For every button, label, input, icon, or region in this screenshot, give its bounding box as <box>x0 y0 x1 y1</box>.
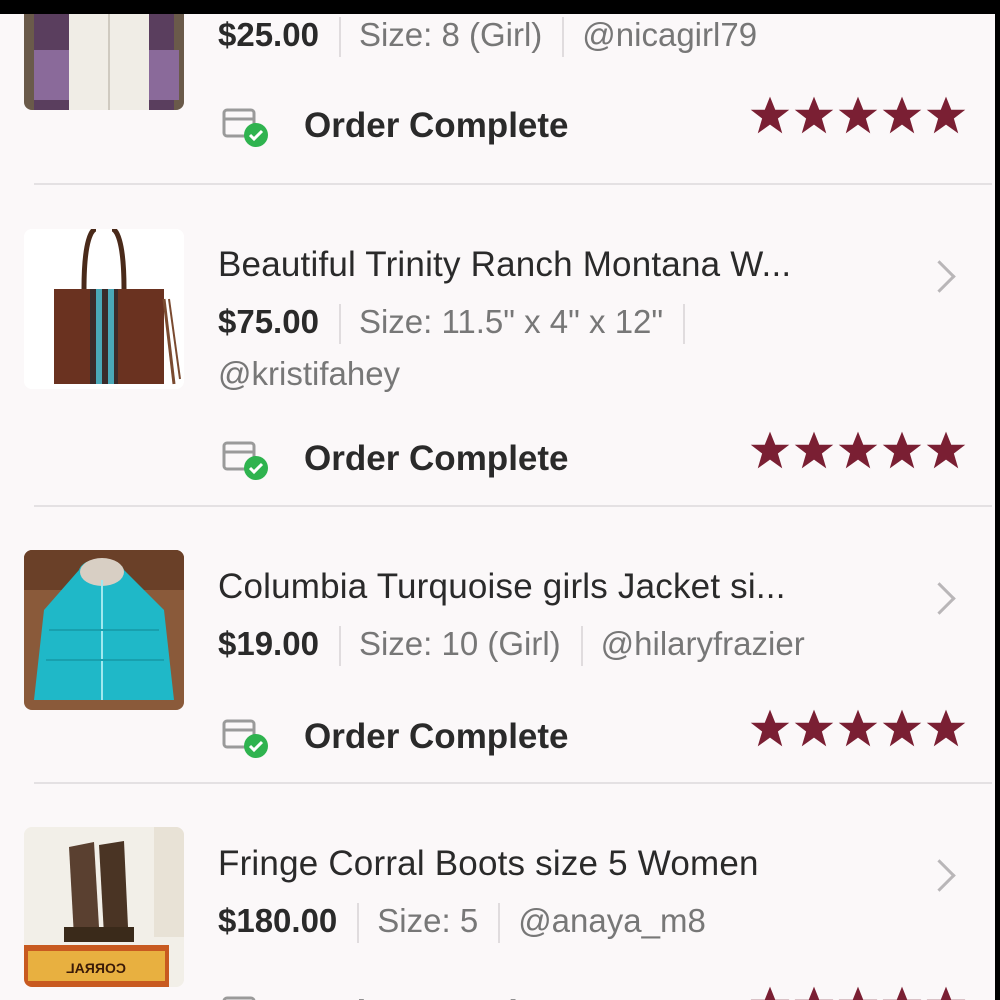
star-icon <box>794 709 834 747</box>
order-title[interactable]: Beautiful Trinity Ranch Montana W... <box>218 245 791 285</box>
order-meta: $19.00 Size: 10 (Girl) @hilaryfrazier <box>218 625 805 667</box>
order-meta: $25.00 Size: 8 (Girl) @nicagirl79 <box>218 16 757 58</box>
order-meta: $75.00 Size: 11.5" x 4" x 12" <box>218 303 703 345</box>
order-status: Order Complete <box>304 439 569 478</box>
rating-stars <box>748 429 968 471</box>
star-icon <box>750 709 790 747</box>
chevron-right-icon[interactable] <box>923 859 956 892</box>
meta-separator <box>580 626 583 667</box>
rating-stars <box>748 707 968 749</box>
order-price: $180.00 <box>218 902 338 939</box>
order-complete-icon <box>222 719 268 758</box>
meta-separator <box>338 626 341 667</box>
star-icon <box>882 709 922 747</box>
star-icon <box>794 986 834 1000</box>
meta-separator <box>357 903 360 944</box>
star-icon <box>882 96 922 134</box>
box-label: CORRAL <box>66 960 126 976</box>
order-size: Size: 11.5" x 4" x 12" <box>358 303 664 340</box>
order-seller[interactable]: @anaya_m8 <box>518 902 706 939</box>
order-seller[interactable]: @kristifahey <box>218 355 400 393</box>
item-thumbnail-handbag[interactable] <box>24 229 184 389</box>
meta-separator <box>338 17 341 58</box>
order-history-screen: $25.00 Size: 8 (Girl) @nicagirl79 Order Co… <box>0 14 995 1000</box>
star-icon <box>838 431 878 469</box>
star-icon <box>882 986 922 1000</box>
order-complete-icon <box>222 108 268 147</box>
divider <box>34 505 992 507</box>
star-icon <box>794 431 834 469</box>
order-title[interactable]: Columbia Turquoise girls Jacket si... <box>218 567 786 607</box>
order-status: Order Complete <box>304 106 569 145</box>
meta-separator <box>683 304 686 345</box>
order-price: $19.00 <box>218 625 319 662</box>
star-icon <box>750 96 790 134</box>
star-icon <box>926 986 966 1000</box>
order-status: Order Complete <box>304 717 569 756</box>
star-icon <box>750 431 790 469</box>
star-icon <box>838 96 878 134</box>
star-icon <box>750 986 790 1000</box>
star-icon <box>926 431 966 469</box>
order-price: $75.00 <box>218 303 319 340</box>
divider <box>34 183 992 185</box>
order-size: Size: 8 (Girl) <box>358 16 543 53</box>
star-icon <box>882 431 922 469</box>
meta-separator <box>562 17 565 58</box>
chevron-right-icon[interactable] <box>923 582 956 615</box>
star-icon <box>926 96 966 134</box>
item-thumbnail-sweater[interactable] <box>24 14 184 110</box>
order-size: Size: 5 <box>377 902 479 939</box>
star-icon <box>838 709 878 747</box>
star-icon <box>838 986 878 1000</box>
order-seller[interactable]: @nicagirl79 <box>582 16 757 53</box>
star-icon <box>926 709 966 747</box>
order-complete-icon <box>222 996 256 1000</box>
meta-separator <box>338 304 341 345</box>
meta-separator <box>498 903 501 944</box>
order-seller[interactable]: @hilaryfrazier <box>601 625 805 662</box>
order-title[interactable]: Fringe Corral Boots size 5 Women <box>218 844 759 884</box>
divider <box>34 782 992 784</box>
star-icon <box>794 96 834 134</box>
item-thumbnail-boots[interactable]: CORRAL <box>24 827 184 987</box>
order-status: Order Complete <box>304 994 569 1000</box>
order-price: $25.00 <box>218 16 319 53</box>
order-size: Size: 10 (Girl) <box>358 625 561 662</box>
item-thumbnail-jacket[interactable] <box>24 550 184 710</box>
order-meta: $180.00 Size: 5 @anaya_m8 <box>218 902 706 944</box>
order-complete-icon <box>222 441 268 480</box>
chevron-right-icon[interactable] <box>923 260 956 293</box>
rating-stars <box>748 94 968 136</box>
rating-stars <box>748 984 968 1000</box>
